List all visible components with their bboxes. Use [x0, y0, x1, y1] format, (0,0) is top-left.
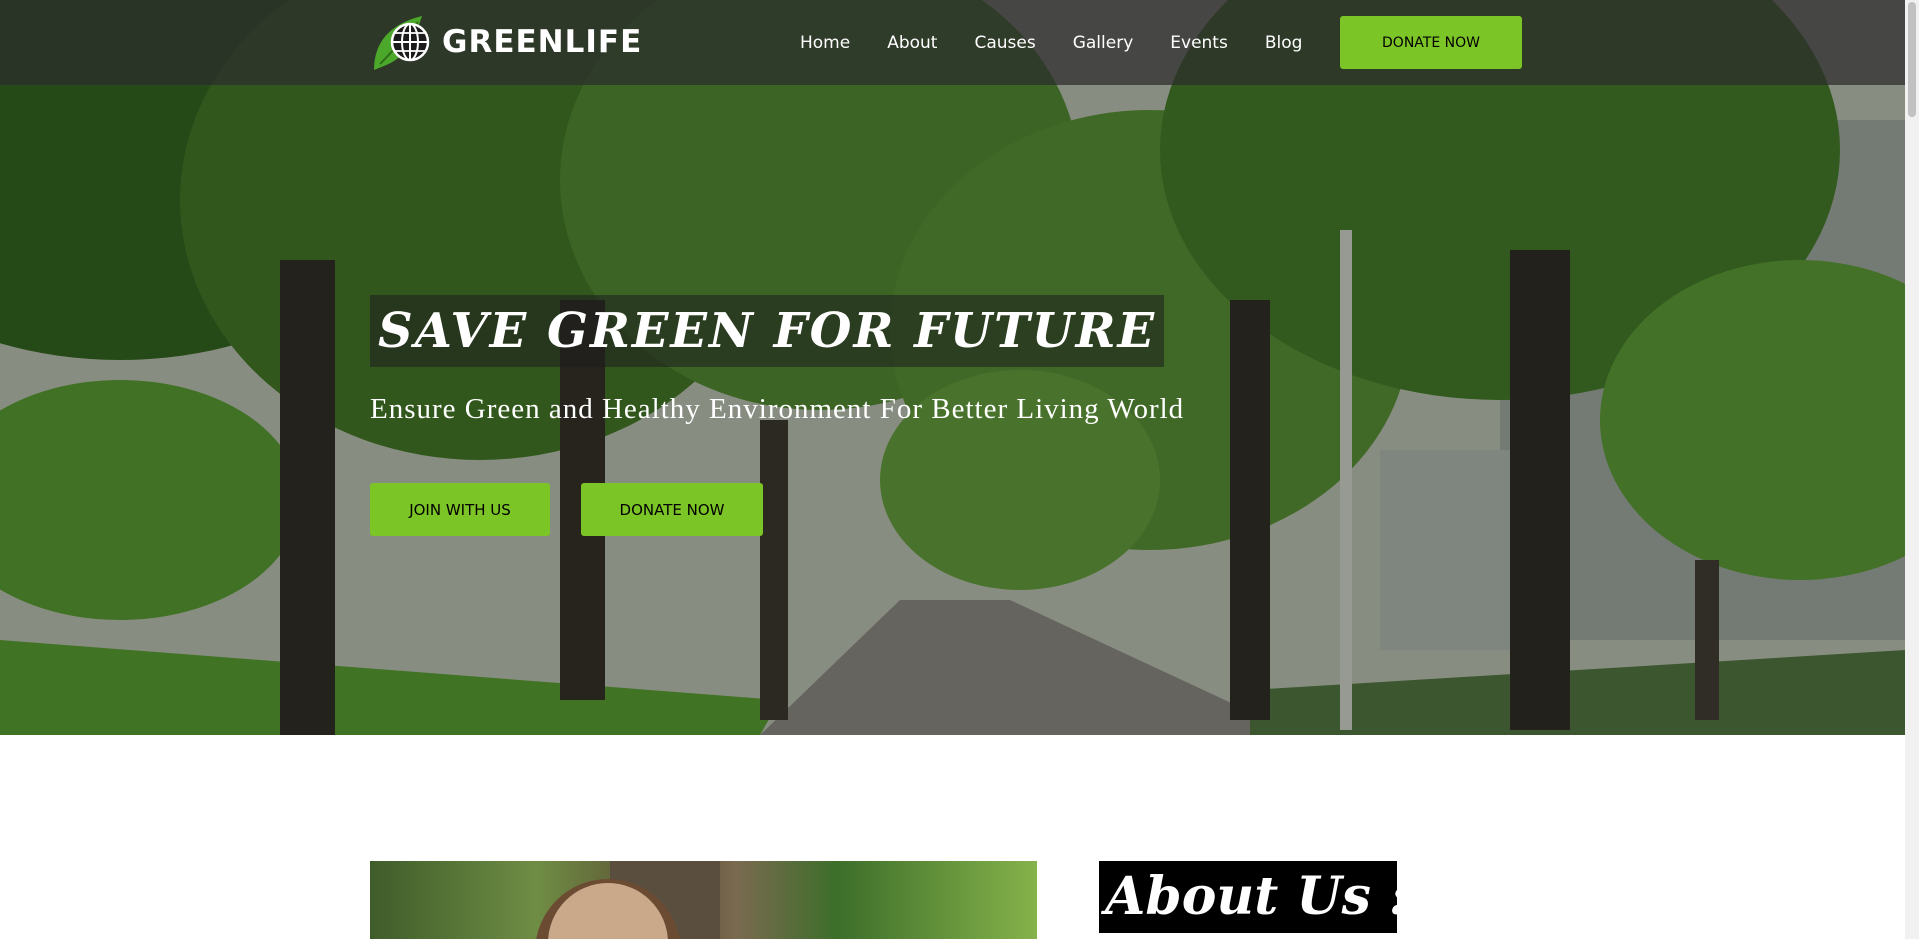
nav-donate-button[interactable]: DONATE NOW — [1340, 16, 1522, 69]
brand-logo[interactable]: GREENLIFE — [370, 12, 642, 72]
brand-name: GREENLIFE — [442, 24, 643, 60]
join-with-us-button[interactable]: JOIN WITH US — [370, 483, 550, 536]
top-navbar: GREENLIFE Home About Causes Gallery Even… — [0, 0, 1905, 85]
hero-overlay — [0, 0, 1905, 735]
main-menu: Home About Causes Gallery Events Blog — [800, 0, 1339, 85]
nav-blog[interactable]: Blog — [1265, 33, 1303, 53]
nav-home[interactable]: Home — [800, 33, 850, 53]
nav-gallery[interactable]: Gallery — [1073, 33, 1134, 53]
nav-events[interactable]: Events — [1170, 33, 1228, 53]
page-scrollbar[interactable] — [1905, 0, 1919, 939]
hero-donate-button[interactable]: DONATE NOW — [581, 483, 763, 536]
about-photo — [370, 861, 1037, 939]
globe-leaf-icon — [374, 16, 430, 70]
nav-causes[interactable]: Causes — [974, 33, 1035, 53]
hero-section: SAVE GREEN FOR FUTURE Ensure Green and H… — [0, 0, 1905, 735]
nav-about[interactable]: About — [887, 33, 937, 53]
about-heading: About Us :- — [1099, 861, 1430, 933]
scrollbar-thumb[interactable] — [1908, 2, 1916, 117]
hero-subtitle: Ensure Green and Healthy Environment For… — [370, 393, 1185, 425]
hero-title: SAVE GREEN FOR FUTURE — [370, 295, 1165, 367]
